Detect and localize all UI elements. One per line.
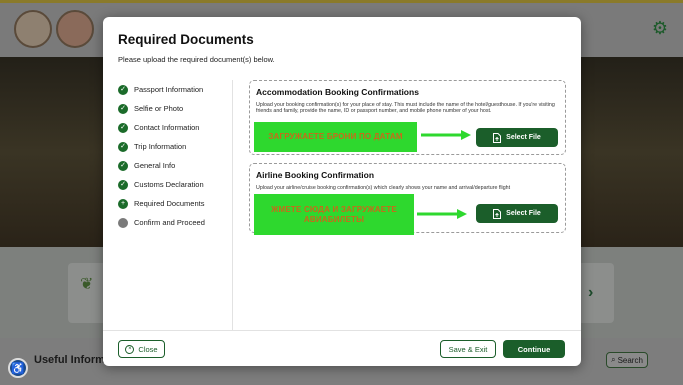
check-circle-icon: ✓ [118, 84, 128, 95]
check-circle-icon: ✓ [118, 122, 128, 133]
check-circle-icon: ✓ [118, 179, 128, 190]
step-label: Confirm and Proceed [134, 218, 205, 227]
step-contact-information[interactable]: ✓ Contact Information [118, 118, 230, 137]
step-label: Selfie or Photo [134, 104, 184, 113]
document-title: Accommodation Booking Confirmations [256, 87, 419, 97]
check-circle-icon: ✓ [118, 141, 128, 152]
document-description: Upload your booking confirmation(s) for … [256, 102, 555, 115]
close-icon: × [125, 344, 135, 354]
step-label: Passport Information [134, 85, 204, 94]
step-label: Contact Information [134, 123, 200, 132]
step-label: Trip Information [134, 142, 187, 151]
file-upload-icon [493, 208, 502, 219]
save-exit-button[interactable]: Save & Exit [440, 340, 496, 358]
modal-title: Required Documents [118, 32, 254, 47]
chevron-right-icon[interactable]: › [588, 284, 593, 302]
arrow-right-icon [421, 130, 471, 140]
select-file-label: Select File [506, 210, 541, 217]
modal-subtitle: Please upload the required document(s) b… [118, 55, 275, 64]
select-file-label: Select File [506, 134, 541, 141]
close-button[interactable]: × Close [118, 340, 165, 358]
coat-of-arms-logo [14, 10, 52, 48]
footer-divider [103, 330, 581, 331]
required-documents-modal: Required Documents Please upload the req… [103, 17, 581, 366]
pending-circle-icon [118, 217, 128, 228]
plus-circle-icon: + [118, 198, 128, 209]
steps-divider [232, 80, 233, 330]
arrow-right-icon [417, 209, 467, 219]
select-file-button[interactable]: Select File [476, 204, 558, 223]
search-label: Search [617, 355, 643, 365]
check-circle-icon: ✓ [118, 103, 128, 114]
document-title: Airline Booking Confirmation [256, 170, 375, 180]
step-label: Customs Declaration [134, 180, 204, 189]
accessibility-icon[interactable]: ♿ [8, 358, 28, 378]
progress-steps: ✓ Passport Information ✓ Selfie or Photo… [118, 80, 230, 232]
file-upload-icon [493, 132, 502, 143]
annotation-note: ЗАГРУЖАЕТЕ БРОНИ ПО ДАТАМ [254, 122, 417, 152]
step-confirm-and-proceed[interactable]: Confirm and Proceed [118, 213, 230, 232]
step-customs-declaration[interactable]: ✓ Customs Declaration [118, 175, 230, 194]
document-description: Upload your airline/cruise booking confi… [256, 185, 511, 191]
step-general-info[interactable]: ✓ General Info [118, 156, 230, 175]
step-label: Required Documents [134, 199, 205, 208]
select-file-button[interactable]: Select File [476, 128, 558, 147]
search-button[interactable]: ⌕ Search [606, 352, 648, 368]
search-icon: ⌕ [611, 355, 616, 364]
check-circle-icon: ✓ [118, 160, 128, 171]
leaf-icon: ❦ [80, 276, 94, 293]
government-seal-logo [56, 10, 94, 48]
gear-icon[interactable]: ⚙ [651, 19, 669, 37]
step-passport-information[interactable]: ✓ Passport Information [118, 80, 230, 99]
step-selfie-or-photo[interactable]: ✓ Selfie or Photo [118, 99, 230, 118]
step-required-documents[interactable]: + Required Documents [118, 194, 230, 213]
step-label: General Info [134, 161, 176, 170]
close-label: Close [138, 344, 158, 354]
continue-button[interactable]: Continue [503, 340, 565, 358]
step-trip-information[interactable]: ✓ Trip Information [118, 137, 230, 156]
annotation-note: ЖМЕТЕ СЮДА И ЗАГРУЖАЕТЕ АВИАБИЛЕТЫ [254, 194, 414, 235]
